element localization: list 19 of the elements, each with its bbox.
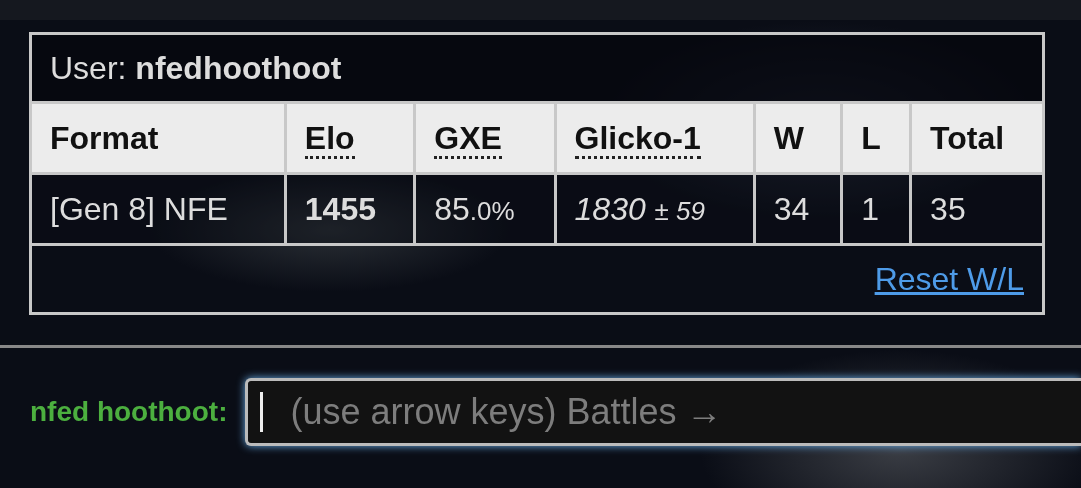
text-cursor: [260, 392, 264, 432]
table-cell: 85.0%: [414, 173, 556, 245]
table-cell: 1: [841, 173, 911, 245]
table-cell: 1830 ± 59: [555, 173, 755, 245]
column-header: Format: [30, 102, 286, 174]
table-cell: 1455: [285, 173, 415, 245]
user-heading: User: nfedhoothoot: [50, 49, 342, 86]
table-cell: 35: [910, 173, 1044, 245]
column-header: L: [841, 102, 911, 174]
column-header: GXE: [414, 102, 556, 174]
column-header: Total: [910, 102, 1044, 174]
column-header: W: [754, 102, 842, 174]
column-header: Glicko-1: [555, 102, 755, 174]
column-header: Elo: [285, 102, 415, 174]
table-cell: [Gen 8] NFE: [30, 173, 286, 245]
reset-link[interactable]: Reset W/L: [874, 260, 1024, 297]
chat-input[interactable]: (use arrow keys) Battles →: [245, 378, 1081, 446]
username-label: nfed hoothoot:: [30, 396, 228, 428]
table-cell: 34: [754, 173, 842, 245]
